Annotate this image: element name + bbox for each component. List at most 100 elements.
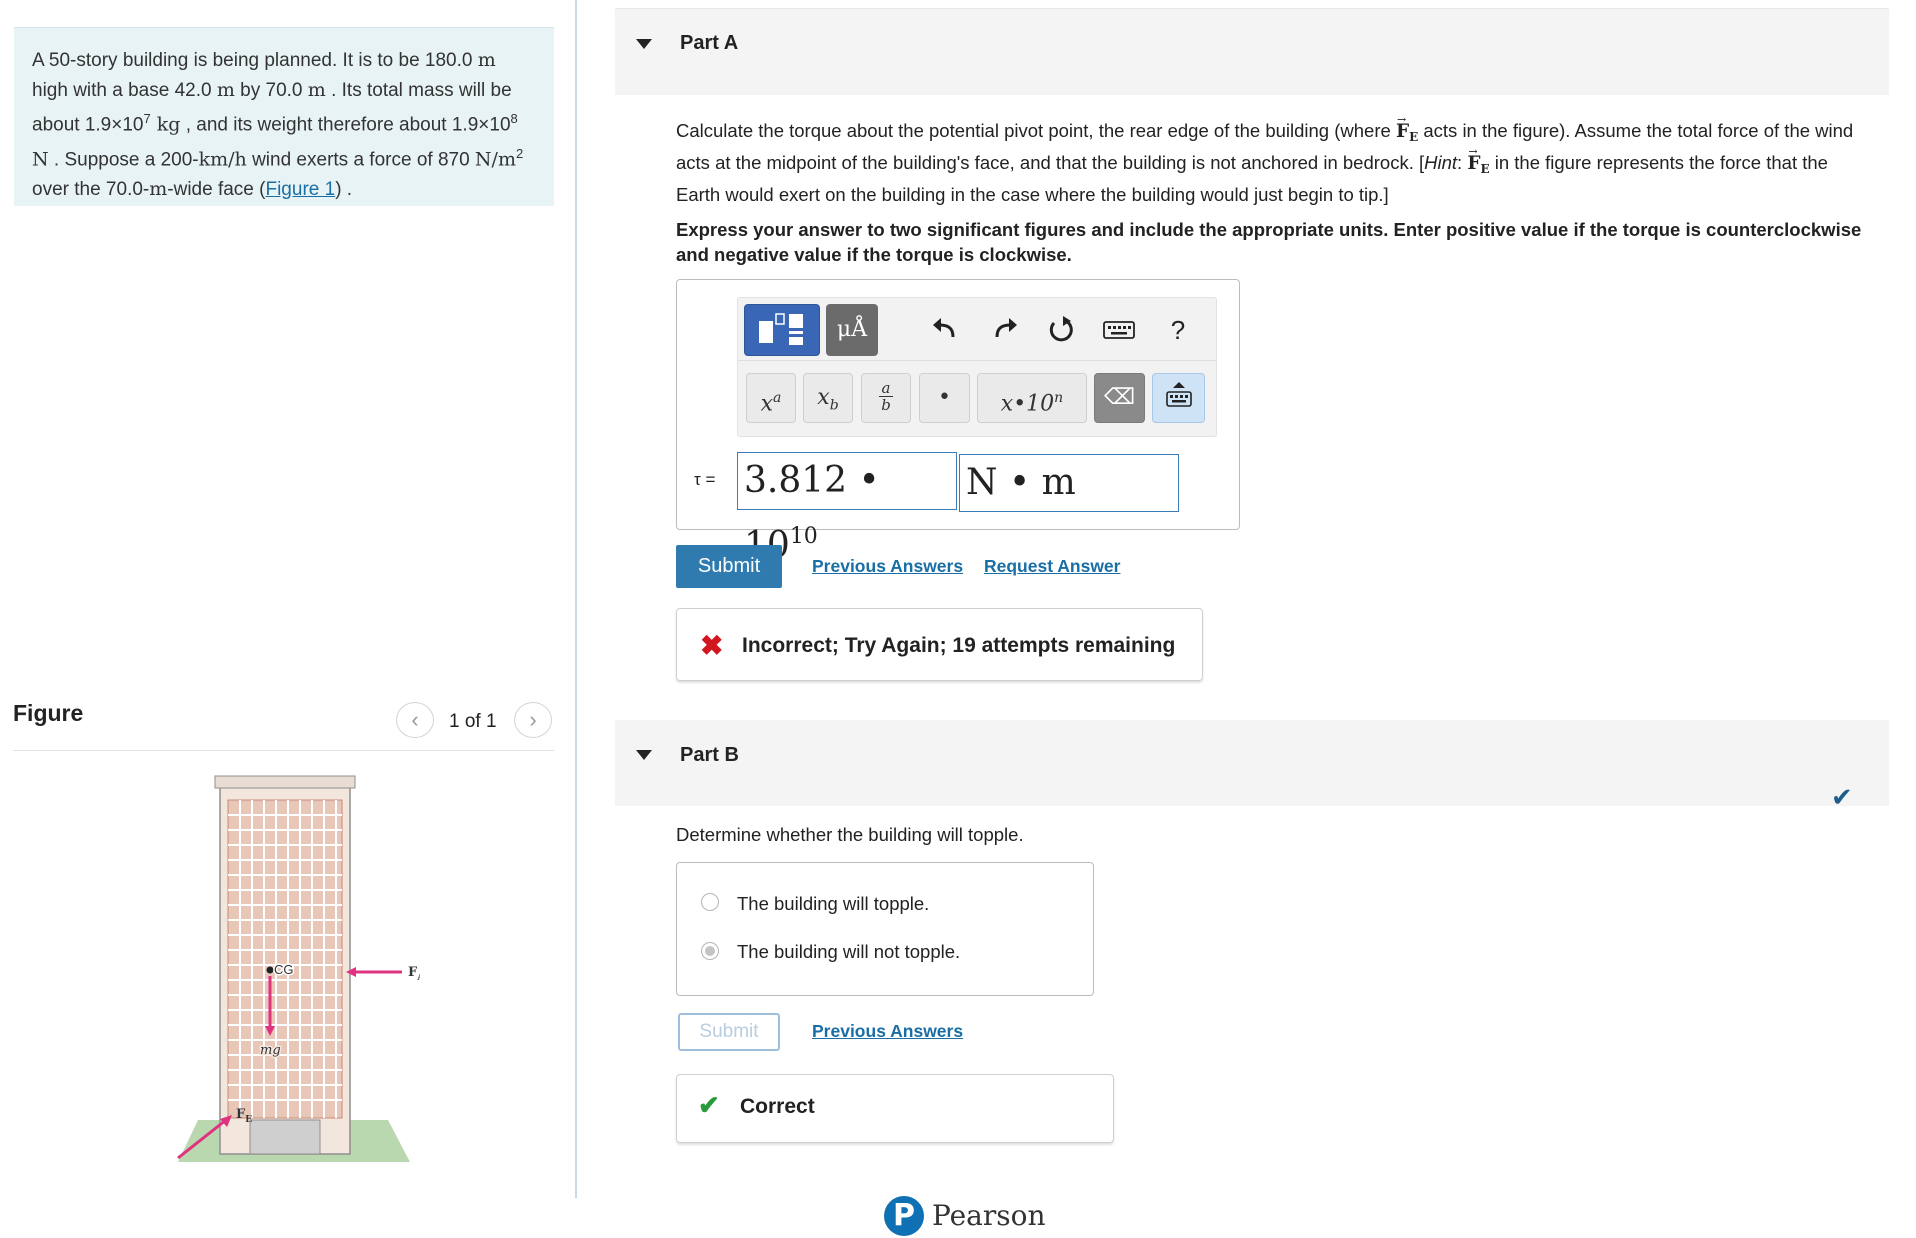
superscript-key[interactable]: xa — [746, 373, 796, 423]
units-input[interactable]: N • m — [959, 454, 1179, 512]
label-mg: mg — [260, 1043, 281, 1058]
subscript-key[interactable]: xb — [803, 373, 853, 423]
problem-statement: A 50-story building is being planned. It… — [14, 27, 554, 206]
part-b-title: Part B — [680, 744, 739, 766]
checkmark-icon: ✔ — [1831, 782, 1853, 812]
problem-text-part: over the 70.0- — [32, 178, 150, 200]
key-frac-den: b — [881, 396, 891, 414]
x-icon: ✖ — [700, 630, 724, 661]
request-answer-link[interactable]: Request Answer — [984, 556, 1120, 577]
vector-symbol: F — [1467, 153, 1481, 174]
part-a-header[interactable] — [615, 8, 1889, 95]
figure-heading: Figure — [13, 700, 84, 726]
undo-icon[interactable] — [929, 313, 963, 347]
unit: m — [216, 78, 235, 101]
part-a-title: Part A — [680, 32, 739, 54]
problem-text-part: A 50-story building is being planned. It… — [32, 50, 478, 71]
question-text-part: : — [1457, 152, 1468, 173]
key-sci-exp: n — [1054, 390, 1064, 406]
value-exponent: 10 — [789, 524, 818, 549]
figure-next-button[interactable]: › — [514, 702, 552, 738]
choices-box — [676, 862, 1094, 996]
feedback-correct-text: Correct — [740, 1095, 815, 1118]
figure-prev-button[interactable]: ‹ — [396, 702, 434, 738]
problem-text: A 50-story building is being planned. It… — [32, 46, 532, 204]
building-cornice — [214, 775, 356, 789]
unit: kg — [150, 113, 181, 136]
pearson-logo-icon[interactable]: P — [884, 1196, 924, 1236]
vector-symbol: F — [1395, 121, 1410, 142]
label-cg: CG — [274, 962, 294, 977]
key-sci-base: x•10 — [1000, 391, 1055, 417]
figure-counter: 1 of 1 — [449, 711, 497, 732]
previous-answers-link[interactable]: Previous Answers — [812, 556, 963, 577]
hint-label: Hint — [1424, 152, 1458, 173]
reset-icon[interactable] — [1044, 313, 1078, 347]
cg-point — [266, 966, 274, 974]
exponent: 7 — [143, 111, 151, 126]
key-base: x — [817, 385, 830, 410]
value-input[interactable]: 3.812 • 1010 — [737, 452, 957, 566]
part-b-question: Determine whether the building will topp… — [676, 824, 1024, 845]
keyboard-up-icon — [1165, 382, 1192, 407]
part-a-question: Calculate the torque about the potential… — [676, 118, 1876, 207]
unit: m — [149, 177, 168, 200]
problem-text-part: high with a base 42.0 — [32, 79, 217, 101]
unit: m — [477, 49, 496, 71]
figure-link[interactable]: Figure 1 — [265, 179, 335, 200]
templates-button[interactable] — [744, 304, 820, 356]
vector-subscript: E — [1480, 162, 1490, 176]
backspace-key[interactable]: ⌫ — [1094, 373, 1145, 423]
answer-label: τ = — [694, 470, 716, 489]
keyboard-icon[interactable] — [1102, 318, 1136, 342]
unit: N/m — [474, 148, 516, 171]
column-divider — [575, 0, 577, 1198]
figure-divider — [13, 750, 554, 751]
help-button[interactable]: ? — [1161, 313, 1195, 347]
vector-subscript: E — [1409, 130, 1419, 144]
choice-label[interactable]: The building will not topple. — [737, 941, 960, 963]
toggle-keyboard-key[interactable] — [1152, 373, 1205, 423]
scientific-notation-key[interactable]: x•10n — [977, 373, 1087, 423]
radio-topple[interactable] — [701, 893, 719, 911]
exponent: 8 — [510, 111, 518, 126]
key-frac-num: a — [879, 380, 893, 397]
unit: m — [307, 78, 326, 101]
check-icon: ✔ — [698, 1090, 720, 1120]
problem-text-part: , and its weight therefore about 1.9×10 — [180, 114, 511, 136]
building-figure[interactable]: CG FA mg FE — [140, 770, 420, 1170]
submit-button-disabled[interactable]: Submit — [678, 1013, 780, 1051]
multiply-dot-key[interactable]: • — [919, 373, 970, 423]
fraction-key[interactable]: ab — [861, 373, 911, 423]
submit-button[interactable]: Submit — [676, 545, 782, 588]
pearson-brand: Pearson — [932, 1199, 1046, 1232]
problem-text-part: -wide face ( — [167, 178, 266, 200]
redo-icon[interactable] — [987, 313, 1021, 347]
label-fe-sub: E — [245, 1115, 252, 1125]
previous-answers-link[interactable]: Previous Answers — [812, 1021, 963, 1042]
key-sub: b — [829, 397, 839, 414]
feedback-incorrect-text: Incorrect; Try Again; 19 attempts remain… — [742, 634, 1176, 657]
toolbar-divider — [738, 360, 1216, 361]
vector-fe: FE — [1395, 121, 1419, 144]
radio-not-topple[interactable] — [701, 942, 719, 960]
chevron-left-icon: ‹ — [411, 707, 419, 732]
problem-text-part: by 70.0 — [234, 79, 308, 101]
answer-instructions: Express your answer to two significant f… — [676, 219, 1862, 265]
caret-down-icon[interactable] — [636, 39, 652, 49]
templates-icon — [759, 313, 803, 345]
chevron-right-icon: › — [529, 707, 537, 732]
question-text-part: Calculate the torque about the potential… — [676, 120, 1396, 141]
key-exp: a — [773, 390, 782, 406]
problem-text-part: wind exerts a force of 870 — [246, 149, 475, 171]
problem-text-part: . Suppose a 200- — [48, 149, 199, 171]
label-fa: FA — [408, 965, 420, 983]
caret-down-icon[interactable] — [636, 750, 652, 760]
building-entrance — [249, 1119, 321, 1155]
choice-label[interactable]: The building will topple. — [737, 893, 929, 915]
vector-fe: FE — [1467, 153, 1490, 176]
units-button[interactable]: μÅ — [826, 304, 878, 356]
problem-text-part: ) . — [335, 178, 353, 200]
part-b-header[interactable] — [615, 720, 1889, 806]
label-fa-sub: A — [416, 973, 420, 983]
